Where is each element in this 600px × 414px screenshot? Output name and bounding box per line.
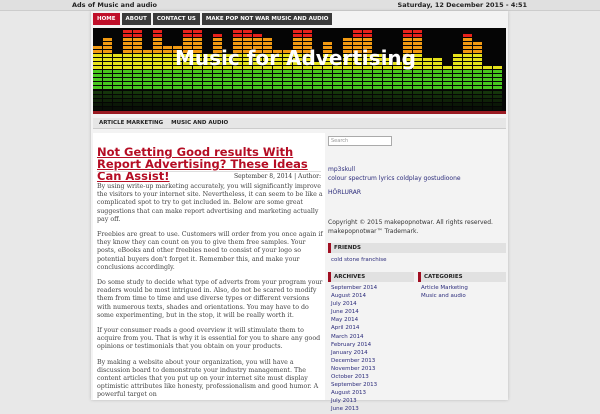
list-item[interactable]: April 2014 bbox=[331, 324, 377, 332]
nav-contact[interactable]: CONTACT US bbox=[152, 13, 200, 25]
post-paragraph: If your consumer reads a good overview i… bbox=[97, 327, 321, 351]
list-item[interactable]: cold stone franchise bbox=[331, 256, 387, 264]
nav-home[interactable]: HOME bbox=[93, 13, 120, 25]
copyright-text: Copyright © 2015 makepopnotwar. All righ… bbox=[328, 219, 493, 226]
list-item[interactable]: January 2014 bbox=[331, 349, 377, 357]
list-item[interactable]: September 2013 bbox=[331, 381, 377, 389]
subnav-article-marketing[interactable]: ARTICLE MARKETING bbox=[96, 118, 166, 128]
header-banner: Music for Advertising bbox=[93, 28, 506, 114]
categories-header: CATEGORIES bbox=[418, 272, 506, 282]
subnav-music-and-audio[interactable]: MUSIC AND AUDIO bbox=[168, 118, 231, 128]
trademark-text: makepopnotwar™ Trademark. bbox=[328, 228, 419, 235]
list-item[interactable]: June 2013 bbox=[331, 405, 377, 413]
site-title[interactable]: Music for Advertising bbox=[175, 46, 416, 70]
main-content: Not Getting Good results With Report Adv… bbox=[93, 133, 325, 400]
list-item[interactable]: August 2013 bbox=[331, 389, 377, 397]
sidebar-link-colour-spectrum[interactable]: colour spectrum lyrics coldplay gostudio… bbox=[328, 175, 461, 182]
nav-make-pop-not-war[interactable]: MAKE POP NOT WAR MUSIC AND AUDIO bbox=[201, 13, 333, 25]
archives-header: ARCHIVES bbox=[328, 272, 414, 282]
list-item[interactable]: October 2013 bbox=[331, 373, 377, 381]
nav-about[interactable]: ABOUT bbox=[121, 13, 151, 25]
sidebar-link-horlurar[interactable]: HÖRLURAR bbox=[328, 189, 361, 196]
post-paragraph: Do some study to decide what type of adv… bbox=[97, 279, 323, 319]
list-item[interactable]: June 2014 bbox=[331, 308, 377, 316]
category-nav: ARTICLE MARKETING MUSIC AND AUDIO bbox=[93, 118, 506, 129]
post-meta: September 8, 2014 | Author: bbox=[233, 173, 321, 180]
search-input[interactable]: Search bbox=[328, 136, 392, 146]
post-body: By using write-up marketing accurately, … bbox=[97, 183, 323, 400]
site-tagline[interactable]: Ads of Music and audio bbox=[72, 1, 157, 9]
list-item[interactable]: February 2014 bbox=[331, 341, 377, 349]
friends-list: cold stone franchise bbox=[331, 256, 387, 264]
list-item[interactable]: July 2013 bbox=[331, 397, 377, 405]
archives-list: September 2014 August 2014 July 2014 Jun… bbox=[331, 284, 377, 414]
list-item[interactable]: August 2014 bbox=[331, 292, 377, 300]
list-item[interactable]: May 2014 bbox=[331, 316, 377, 324]
sidebar: Search mp3skull colour spectrum lyrics c… bbox=[328, 133, 506, 412]
top-bar: Ads of Music and audio Saturday, 12 Dece… bbox=[0, 0, 600, 11]
main-nav: HOME ABOUT CONTACT US MAKE POP NOT WAR M… bbox=[93, 13, 333, 25]
list-item[interactable]: September 2014 bbox=[331, 284, 377, 292]
post-paragraph: By using write-up marketing accurately, … bbox=[97, 183, 323, 223]
list-item[interactable]: Music and audio bbox=[421, 292, 468, 300]
categories-list: Article Marketing Music and audio bbox=[421, 284, 468, 300]
list-item[interactable]: July 2014 bbox=[331, 300, 377, 308]
friends-header: FRIENDS bbox=[328, 243, 506, 253]
date-display: Saturday, 12 December 2015 - 4:51 bbox=[397, 1, 527, 9]
post-paragraph: Freebies are great to use. Customers wil… bbox=[97, 231, 323, 271]
list-item[interactable]: December 2013 bbox=[331, 357, 377, 365]
sidebar-link-mp3skull[interactable]: mp3skull bbox=[328, 166, 355, 173]
list-item[interactable]: March 2014 bbox=[331, 333, 377, 341]
list-item[interactable]: Article Marketing bbox=[421, 284, 468, 292]
list-item[interactable]: November 2013 bbox=[331, 365, 377, 373]
post-paragraph: By making a website about your organizat… bbox=[97, 358, 319, 399]
title-divider bbox=[97, 171, 321, 172]
page-wrapper: HOME ABOUT CONTACT US MAKE POP NOT WAR M… bbox=[91, 11, 508, 412]
